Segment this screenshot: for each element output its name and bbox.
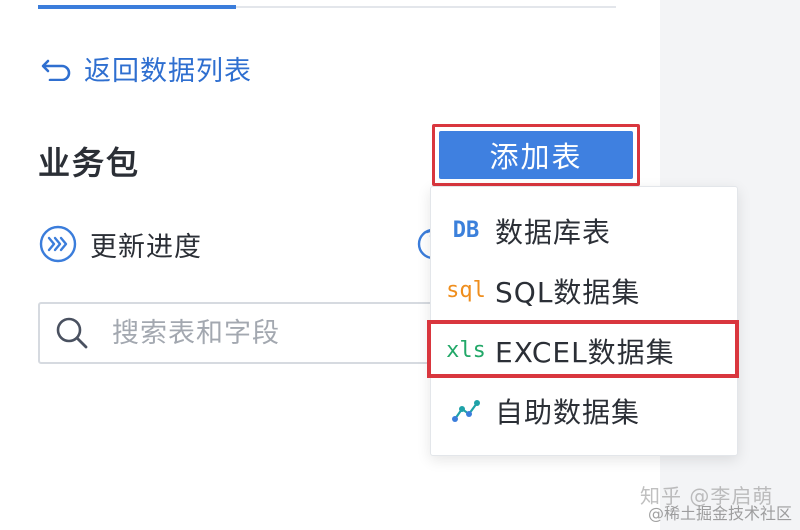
menu-item-self-service-dataset[interactable]: 自助数据集 [431,383,737,439]
sql-dataset-icon: sql [446,278,486,303]
app-panel: 返回数据列表 业务包 添加表 更新进度 DB 数据库表 [0,0,800,530]
menu-item-label: 数据库表 [495,216,612,249]
back-to-data-list-link[interactable]: 返回数据列表 [40,50,252,87]
menu-item-label: 自助数据集 [495,396,641,429]
progress-chevrons-icon [39,225,77,263]
self-service-dataset-icon [443,398,489,424]
search-field[interactable] [38,302,458,364]
page-title: 业务包 [38,144,141,182]
search-input[interactable] [112,317,432,349]
excel-dataset-icon: xls [446,338,486,363]
update-progress-link[interactable]: 更新进度 [38,222,202,266]
add-table-button[interactable]: 添加表 [432,124,640,186]
back-arrow-icon [41,59,71,81]
database-table-icon: DB [452,218,480,243]
search-icon [56,317,88,349]
active-tab-indicator[interactable] [38,5,236,9]
menu-item-label: SQL数据集 [495,276,641,309]
watermark-juejin: @稀土掘金技术社区 [648,504,793,523]
back-link-label: 返回数据列表 [84,55,252,87]
menu-item-label: EXCEL数据集 [495,336,675,369]
menu-item-excel-dataset[interactable]: xls EXCEL数据集 [431,323,737,379]
menu-item-database-table[interactable]: DB 数据库表 [431,203,737,259]
menu-item-sql-dataset[interactable]: sql SQL数据集 [431,263,737,319]
add-table-button-label: 添加表 [439,131,633,179]
update-progress-label: 更新进度 [90,231,202,263]
add-table-dropdown: DB 数据库表 sql SQL数据集 xls EXCEL数据集 自助数据集 [430,186,738,456]
